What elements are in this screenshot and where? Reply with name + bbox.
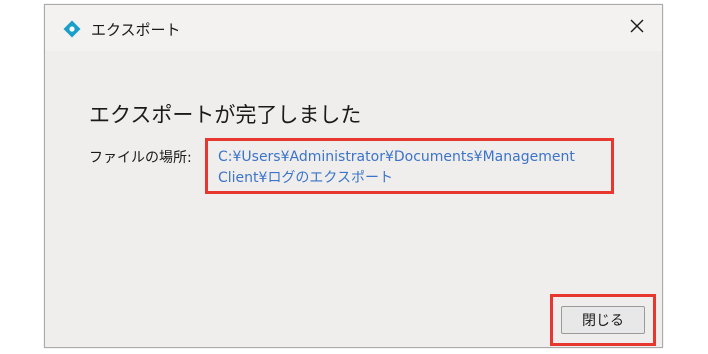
export-complete-dialog: エクスポート エクスポートが完了しました ファイルの場所: C:¥Users¥A… (44, 4, 663, 348)
file-location-link[interactable]: C:¥Users¥Administrator¥Documents¥Managem… (218, 147, 575, 189)
file-location-label: ファイルの場所: (89, 150, 192, 166)
close-window-button[interactable] (622, 13, 652, 43)
title-bar: エクスポート (45, 5, 662, 51)
close-button-highlight-box: 閉じる (550, 294, 656, 346)
diamond-logo-icon (63, 20, 81, 38)
close-icon (629, 18, 645, 38)
close-button[interactable]: 閉じる (561, 306, 645, 334)
path-line-1: C:¥Users¥Administrator¥Documents¥Managem… (218, 149, 575, 165)
window-title: エクスポート (91, 21, 181, 39)
completion-heading: エクスポートが完了しました (89, 103, 362, 127)
path-line-2: Client¥ログのエクスポート (218, 170, 394, 186)
path-highlight-box: C:¥Users¥Administrator¥Documents¥Managem… (205, 138, 614, 194)
